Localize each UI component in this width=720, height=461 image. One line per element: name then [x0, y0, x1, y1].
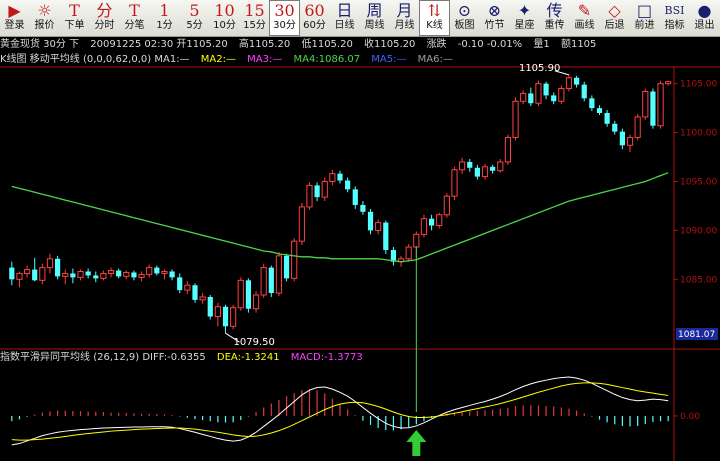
candle-body-down [314, 185, 320, 198]
candle-body-up [657, 83, 664, 127]
candle-body-down [474, 167, 480, 177]
candle-body-down [467, 161, 473, 168]
candle-body-down [650, 91, 656, 126]
candle-body-down [55, 258, 61, 277]
candle-body-down [551, 95, 557, 102]
buy-signal-arrow-icon [406, 430, 427, 456]
candle-body-down [154, 267, 160, 274]
candle-body-up [184, 284, 191, 291]
candle-body-up [520, 92, 527, 102]
candle-body-up [634, 116, 641, 138]
candle-body-up [214, 306, 221, 318]
candle-body-down [367, 211, 374, 231]
candle-body-up [100, 272, 107, 279]
candle-body-down [528, 93, 534, 104]
candle-body-down [116, 270, 122, 277]
candle-body-up [62, 272, 69, 277]
candle-body-down [283, 255, 290, 279]
candle-body-up [16, 272, 23, 280]
candle-body-up [413, 233, 420, 248]
price-tick-label: 1105.00 [680, 80, 717, 90]
candle-body-up [298, 206, 305, 242]
macd-tick-label: 0.00 [680, 412, 700, 422]
ma4-line [11, 172, 669, 263]
candle-body-up [77, 271, 84, 278]
candle-body-down [574, 77, 580, 85]
candle-body-up [436, 214, 443, 227]
candle-body-up [459, 161, 466, 171]
candle-body-down [428, 218, 435, 226]
candle-body-up [565, 77, 573, 90]
candle-body-down [596, 108, 603, 114]
candle-body-down [619, 131, 625, 146]
cursor-price-label: 1081.07 [678, 330, 715, 340]
candle-body-up [512, 100, 519, 138]
candle-body-down [169, 271, 175, 278]
candle-body-down [177, 277, 183, 291]
candle-body-up [260, 267, 267, 296]
candle-body-up [405, 246, 412, 260]
annotation-label: 1079.50 [234, 337, 275, 348]
candle-body-up [107, 270, 115, 274]
candle-body-up [420, 218, 428, 235]
candle-body-down [543, 83, 549, 96]
candle-body-up [329, 173, 336, 182]
candle-body-down [268, 267, 274, 294]
candle-body-down [85, 271, 91, 276]
annotation-label: 1105.90 [519, 63, 560, 74]
candle-body-up [161, 271, 168, 274]
candle-body-down [581, 84, 587, 99]
chart-canvas[interactable]: 1085.00 1090.00 1095.00 1100.00 1105.00 1081.… [0, 0, 720, 461]
candle-body-up [321, 180, 328, 198]
candle-body-up [291, 240, 298, 279]
candle-body-down [245, 280, 252, 309]
candle-body-up [275, 255, 283, 294]
candle-body-up [199, 296, 206, 301]
candle-body-up [306, 184, 313, 208]
candle-body-down [222, 306, 229, 327]
candle-body-down [604, 113, 610, 124]
candle-body-up [497, 161, 504, 172]
candle-body-up [39, 267, 46, 281]
candle-body-up [443, 195, 450, 216]
candle-body-down [490, 166, 496, 171]
candle-body-down [612, 123, 618, 132]
candle-body-down [192, 285, 198, 300]
candle-body-down [207, 296, 213, 317]
candle-body-down [93, 275, 99, 279]
price-tick-label: 1090.00 [680, 226, 717, 236]
candle-body-up [146, 267, 153, 275]
candle-body-up [535, 83, 542, 104]
candle-body-up [23, 269, 31, 274]
candle-body-down [337, 173, 343, 181]
candle-body-up [481, 166, 489, 178]
candle-body-up [252, 294, 260, 310]
candle-body-down [360, 204, 366, 212]
candle-body-down [131, 272, 137, 278]
candle-body-down [9, 267, 15, 280]
price-tick-label: 1095.00 [680, 177, 717, 187]
candle-body-up [504, 136, 512, 163]
candle-body-up [642, 90, 649, 118]
candle-body-up [123, 271, 130, 277]
candle-body-down [589, 98, 595, 109]
price-tick-label: 1085.00 [680, 275, 717, 285]
price-tick-label: 1100.00 [680, 129, 717, 139]
candle-body-up [375, 222, 382, 231]
candle-body-up [451, 169, 458, 197]
candle-body-down [345, 180, 351, 190]
candle-body-down [352, 189, 358, 205]
candle-body-up [46, 258, 54, 269]
candle-body-up [230, 307, 237, 327]
candle-body-up [237, 279, 244, 309]
candle-body-down [70, 273, 76, 278]
candle-body-up [138, 273, 145, 278]
candle-body-up [665, 81, 672, 85]
candle-body-up [626, 136, 634, 146]
candle-body-up [558, 88, 565, 102]
chart-window: ▶ 登录 ☼ 报价 T 下单分分时 T 分笔 1 1分 5 5分 10 10分 15 15分 30 30分 60 60… [0, 0, 720, 461]
candle-body-down [383, 222, 389, 250]
candle-body-down [32, 269, 38, 281]
